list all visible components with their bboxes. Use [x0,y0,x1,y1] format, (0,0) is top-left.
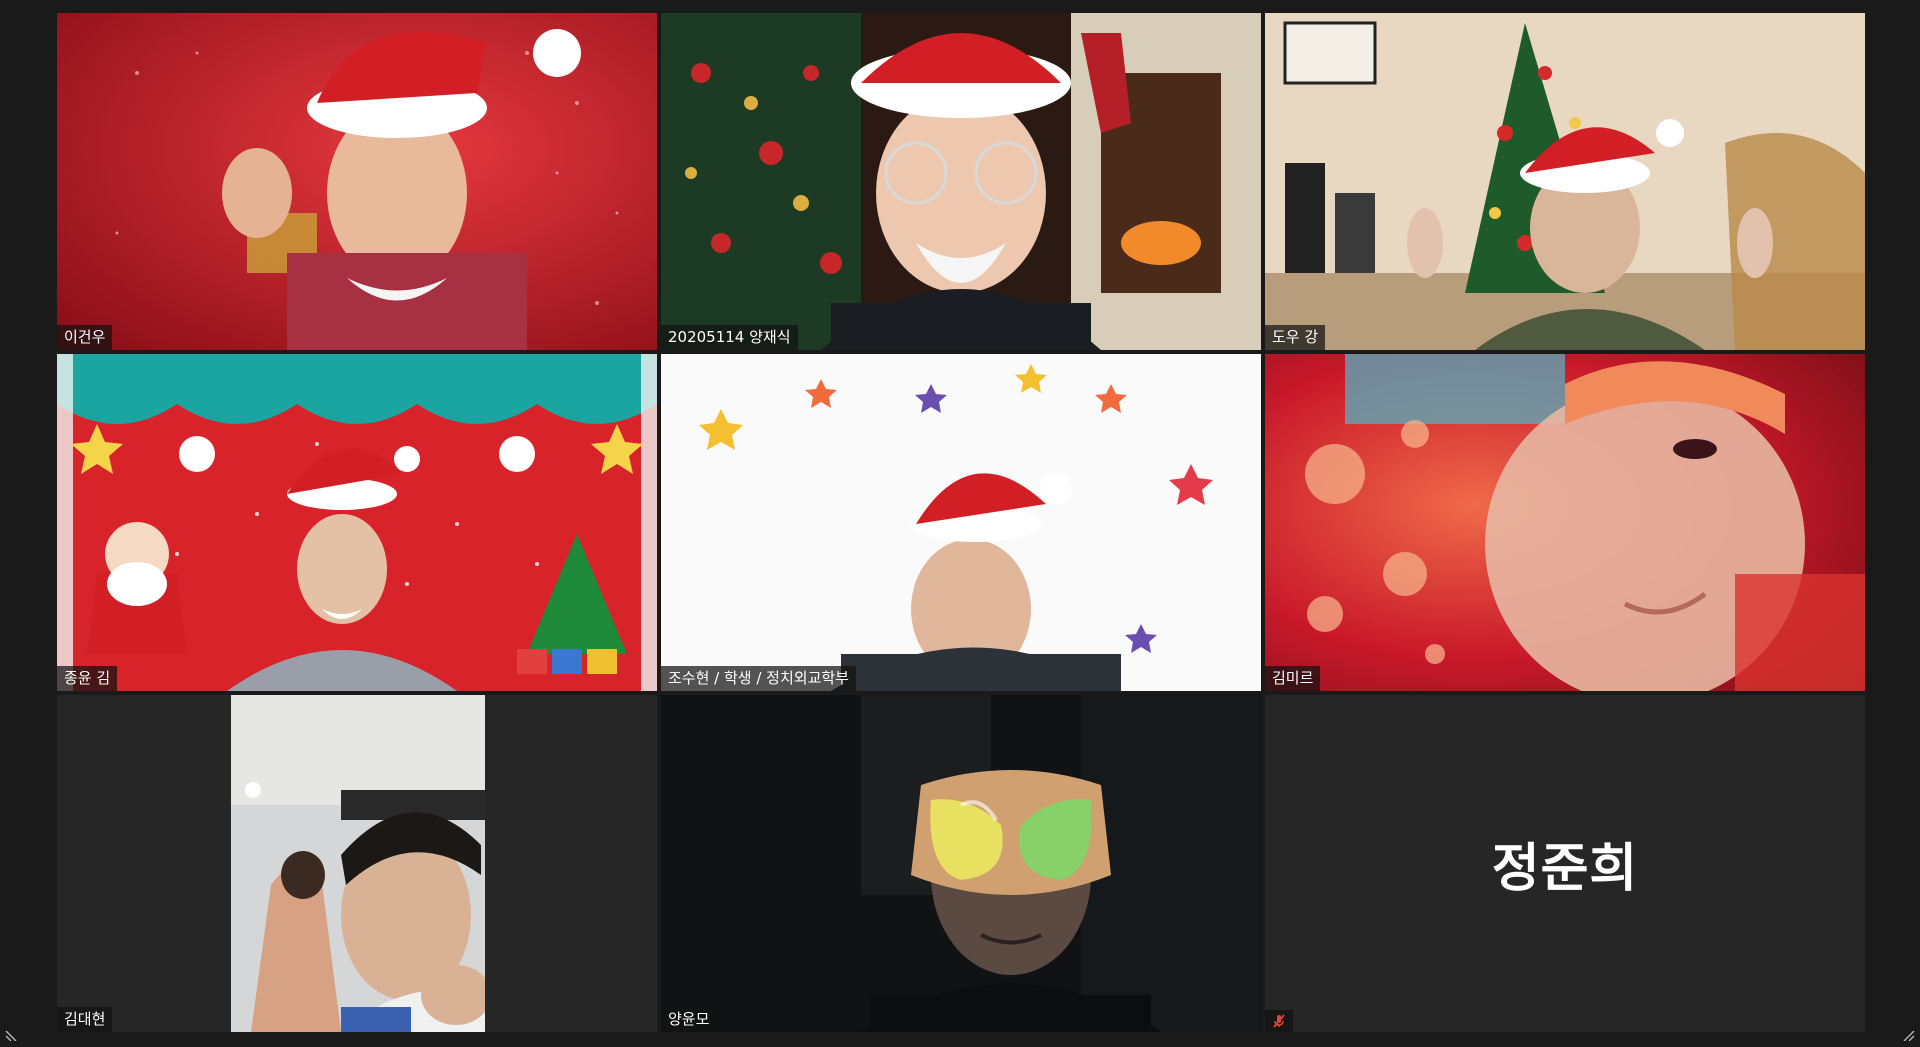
participant-tile[interactable]: 도우 강 [1265,13,1865,350]
meeting-window: 이건우 20205114 양재식 도우 강 종윤 김 조수현 / 학생 / 정치… [0,0,1920,1047]
mic-muted-icon [1265,1010,1293,1032]
participant-name: 김미르 [1265,666,1321,691]
participant-name: 20205114 양재식 [661,325,798,350]
participant-name: 양윤모 [661,1007,717,1032]
participant-name: 이건우 [57,325,113,350]
participant-video [661,13,1261,350]
participant-name: 도우 강 [1265,325,1326,350]
participant-tile[interactable]: 이건우 [57,13,657,350]
participant-name: 김대현 [57,1007,113,1032]
gallery-grid: 이건우 20205114 양재식 도우 강 종윤 김 조수현 / 학생 / 정치… [57,13,1865,1035]
participant-name: 종윤 김 [57,666,118,691]
resize-handle-icon[interactable] [1900,1025,1916,1042]
participant-tile[interactable]: 김대현 [57,695,657,1032]
participant-video [1265,13,1865,350]
participant-name: 조수현 / 학생 / 정치외교학부 [661,666,856,691]
participant-video [231,695,485,1032]
participant-video [661,695,1261,1032]
resize-handle-icon[interactable] [4,1025,20,1042]
participant-video [1265,354,1865,691]
participant-video [661,354,1261,691]
participant-tile[interactable]: 20205114 양재식 [661,13,1261,350]
participant-tile[interactable]: 양윤모 [661,695,1261,1032]
participant-tile-video-off[interactable]: 정준희 [1265,695,1865,1032]
participant-tile[interactable]: 조수현 / 학생 / 정치외교학부 [661,354,1261,691]
participant-tile[interactable]: 김미르 [1265,354,1865,691]
participant-tile-active-speaker[interactable]: 종윤 김 [57,354,657,691]
participant-video [57,354,657,691]
participant-display-name: 정준희 [1491,839,1639,899]
participant-video [57,13,657,350]
